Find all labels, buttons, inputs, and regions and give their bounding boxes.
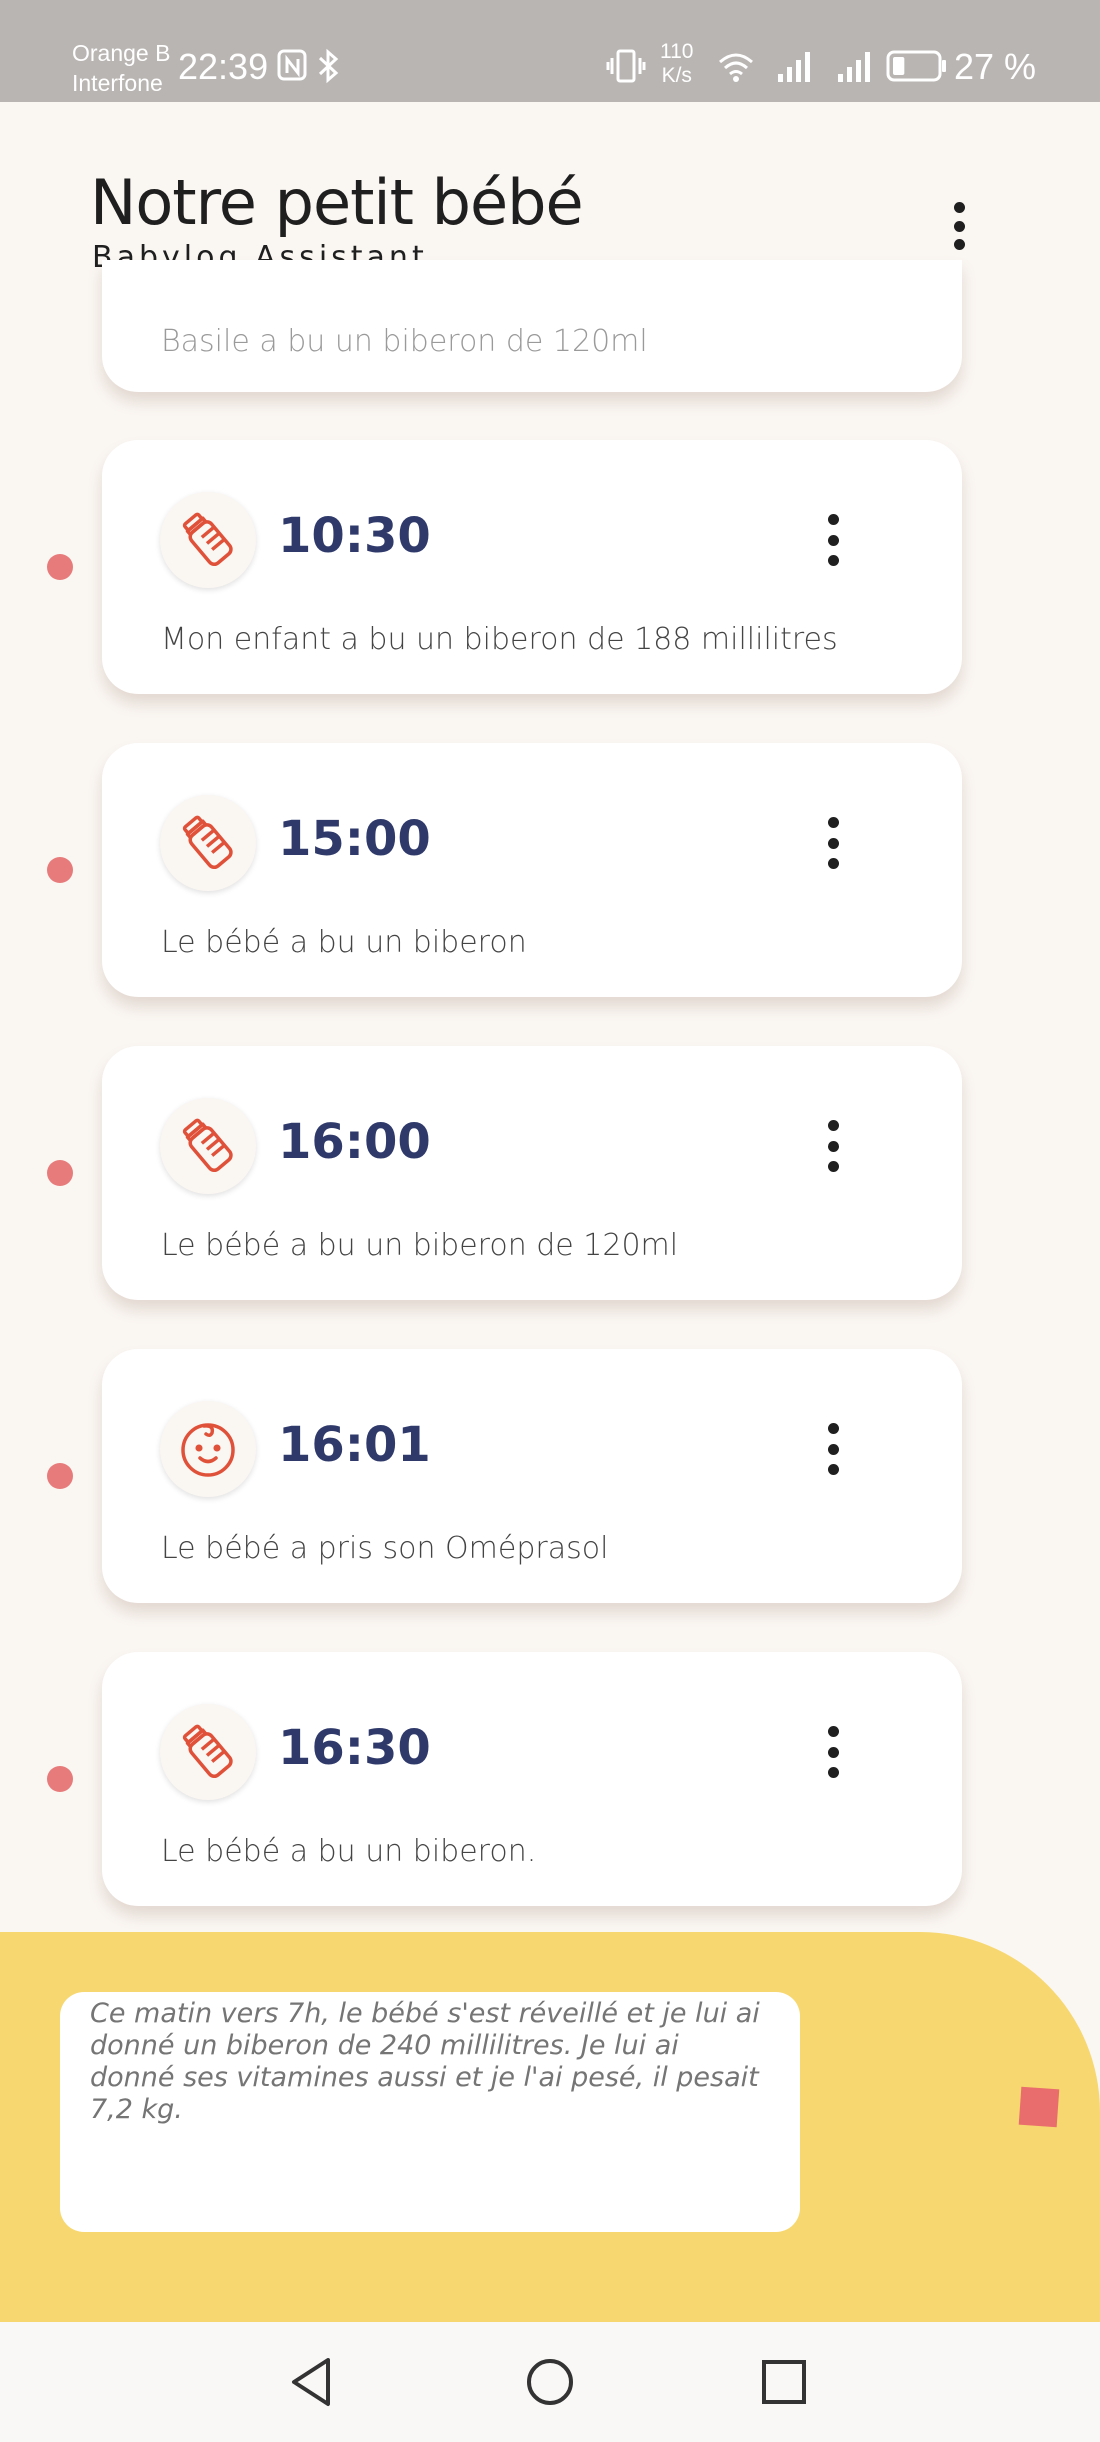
home-icon[interactable]: [524, 2354, 576, 2410]
entry-menu-button[interactable]: [818, 817, 848, 869]
dot-icon: [827, 555, 839, 566]
entry-text: Le bébé a bu un biberon de 120ml: [161, 1228, 679, 1263]
entry-time: 16:30: [278, 1720, 431, 1776]
recents-icon[interactable]: [758, 2354, 810, 2410]
timeline-dot: [47, 857, 73, 883]
timeline-dot: [47, 1463, 73, 1489]
wifi-icon: [719, 53, 753, 82]
vibrate-icon: [606, 49, 646, 83]
timeline-dot: [47, 554, 73, 580]
dot-icon: [827, 1746, 839, 1758]
status-bar: Orange B Interfone 22:39 110 K/s 27 %: [0, 0, 1100, 102]
bluetooth-icon: [318, 48, 339, 84]
dot-icon: [827, 817, 839, 828]
note-input[interactable]: [60, 1992, 800, 2232]
signal-icon-2: [838, 52, 870, 82]
dot-icon: [953, 202, 965, 213]
log-entry-card[interactable]: 16:01 Le bébé a pris son Oméprasol: [102, 1349, 962, 1603]
dot-icon: [827, 1120, 839, 1131]
dot-icon: [827, 858, 839, 869]
baby-face-icon: [160, 1401, 256, 1497]
speed-unit: K/s: [661, 64, 692, 87]
signal-icon: [778, 52, 810, 82]
entry-time: 10:30: [278, 508, 431, 564]
navigation-bar: [0, 2322, 1100, 2442]
carrier-line1: Orange B: [72, 40, 171, 66]
baby-bottle-icon: [160, 795, 256, 891]
entry-menu-button[interactable]: [818, 1423, 848, 1475]
dot-icon: [827, 1767, 839, 1778]
timeline-dot: [47, 1766, 73, 1792]
dot-icon: [827, 1161, 839, 1172]
entry-text: Le bébé a bu un biberon.: [161, 1834, 537, 1869]
entry-text: Mon enfant a bu un biberon de 188 millil…: [161, 622, 838, 657]
baby-bottle-icon: [160, 1704, 256, 1800]
dot-icon: [827, 1464, 839, 1475]
baby-bottle-icon: [160, 492, 256, 588]
log-entry-card-partial[interactable]: Basile a bu un biberon de 120ml: [102, 260, 962, 392]
entry-text: Basile a bu un biberon de 120ml: [161, 324, 648, 359]
nfc-icon: [277, 49, 307, 81]
status-clock: 22:39: [178, 46, 269, 87]
entry-menu-button[interactable]: [818, 1120, 848, 1172]
carrier-label: Orange B Interfone: [72, 38, 170, 98]
dot-icon: [827, 1423, 839, 1434]
entry-time: 16:01: [278, 1417, 431, 1473]
carrier-line2: Interfone: [72, 70, 163, 96]
input-panel: [0, 1932, 1100, 2322]
back-icon[interactable]: [286, 2354, 338, 2410]
timeline-dot: [47, 1160, 73, 1186]
overflow-menu-button[interactable]: [944, 196, 974, 256]
battery-icon: [886, 50, 946, 82]
baby-bottle-icon: [160, 1098, 256, 1194]
log-entry-card[interactable]: 15:00 Le bébé a bu un biberon: [102, 743, 962, 997]
dot-icon: [827, 1443, 839, 1455]
log-entry-card[interactable]: 16:00 Le bébé a bu un biberon de 120ml: [102, 1046, 962, 1300]
entry-time: 15:00: [278, 811, 431, 867]
dot-icon: [827, 534, 839, 546]
record-button[interactable]: [1018, 2086, 1060, 2128]
entry-text: Le bébé a bu un biberon: [161, 925, 527, 960]
speed-value: 110: [660, 40, 694, 63]
dot-icon: [827, 1140, 839, 1152]
dot-icon: [953, 220, 965, 232]
dot-icon: [827, 1726, 839, 1737]
log-entry-card[interactable]: 16:30 Le bébé a bu un biberon.: [102, 1652, 962, 1906]
dot-icon: [953, 239, 965, 250]
battery-percent: 27 %: [954, 46, 1037, 87]
dot-icon: [827, 837, 839, 849]
log-entry-card[interactable]: 10:30 Mon enfant a bu un biberon de 188 …: [102, 440, 962, 694]
network-speed: 110 K/s: [660, 40, 693, 88]
page-title: Notre petit bébé: [90, 166, 584, 239]
entry-menu-button[interactable]: [818, 1726, 848, 1778]
entry-menu-button[interactable]: [818, 514, 848, 566]
entry-text: Le bébé a pris son Oméprasol: [161, 1531, 609, 1566]
entry-time: 16:00: [278, 1114, 431, 1170]
dot-icon: [827, 514, 839, 525]
